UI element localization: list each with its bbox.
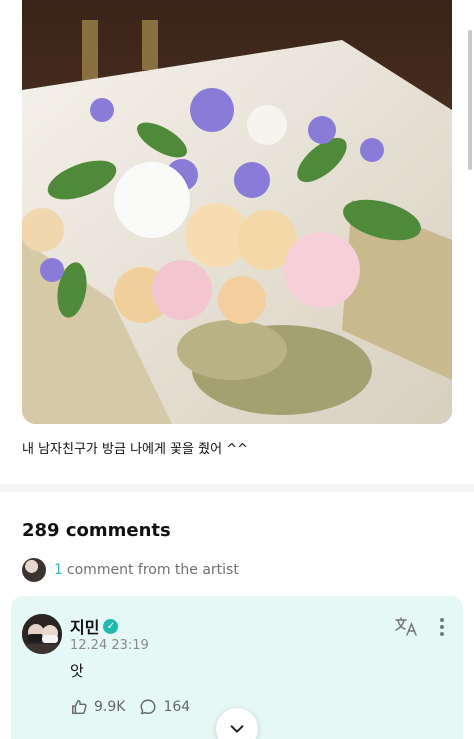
verified-badge-icon: ✓	[103, 618, 119, 634]
artist-comments-label: 1 comment from the artist	[54, 562, 239, 578]
reply-icon	[140, 699, 156, 715]
reply-button[interactable]: 164	[139, 698, 190, 716]
comments-count: 289 comments	[22, 520, 171, 541]
more-vertical-icon[interactable]	[436, 616, 448, 638]
post-caption: 내 남자친구가 방금 나에게 꽃을 줬어 ^^	[22, 442, 248, 457]
translate-icon[interactable]	[395, 617, 419, 637]
section-divider	[0, 484, 474, 492]
post-image[interactable]	[22, 0, 452, 424]
comment-author[interactable]: 지민 ✓	[70, 614, 119, 638]
artist-avatar	[22, 558, 46, 582]
like-icon	[71, 699, 87, 715]
chevron-down-icon	[230, 725, 244, 733]
comment-actions: 9.9K 164	[70, 698, 190, 716]
artist-comment-text: comment from the artist	[66, 562, 239, 578]
like-button[interactable]: 9.9K	[70, 698, 125, 716]
scrollbar[interactable]	[468, 30, 472, 170]
artist-comment-count: 1	[54, 562, 63, 578]
comment-text: 앗	[70, 662, 84, 680]
comment-date: 12.24 23:19	[70, 638, 149, 653]
author-name: 지민	[70, 618, 100, 637]
artist-comments-link[interactable]: 1 comment from the artist	[22, 558, 239, 582]
reply-count: 164	[163, 699, 191, 715]
avatar[interactable]	[22, 614, 62, 654]
like-count: 9.9K	[94, 699, 126, 715]
